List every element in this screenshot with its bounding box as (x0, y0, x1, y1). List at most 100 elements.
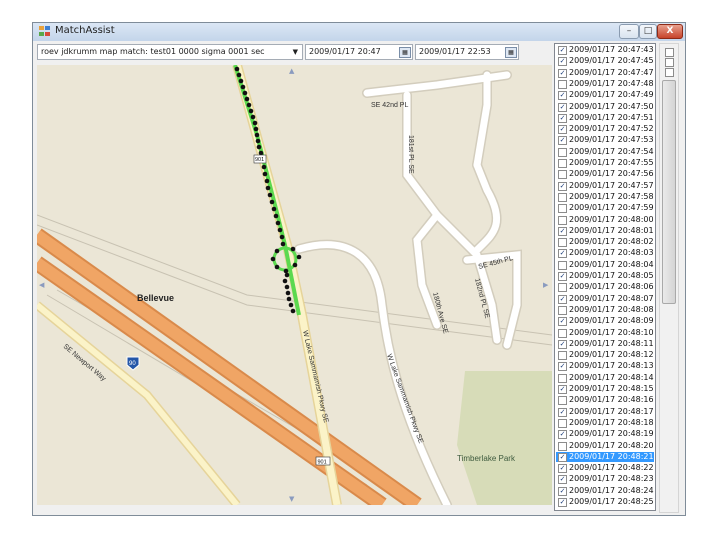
timestamp-item[interactable]: ✓ 2009/01/17 20:47:51 (556, 113, 654, 123)
timestamp-checkbox[interactable]: ✓ (558, 181, 567, 191)
timestamp-checkbox[interactable] (558, 215, 567, 225)
timestamp-checkbox[interactable]: ✓ (558, 125, 567, 135)
vertical-scrollbar[interactable] (659, 43, 679, 513)
timestamp-checkbox[interactable]: ✓ (558, 91, 567, 101)
timestamp-item[interactable]: ✓ 2009/01/17 20:48:13 (556, 361, 654, 372)
timestamp-checkbox[interactable]: ✓ (558, 464, 567, 474)
timestamp-checkbox[interactable]: ✓ (558, 430, 567, 440)
timestamp-item[interactable]: 2009/01/17 20:47:55 (556, 158, 654, 168)
timestamp-item[interactable]: 2009/01/17 20:47:58 (556, 192, 654, 202)
timestamp-item[interactable]: 2009/01/17 20:48:08 (556, 305, 654, 315)
map-view[interactable]: Bellevue SE 42nd PL 181st PL SE SE 45th … (37, 65, 552, 505)
close-button[interactable]: X (657, 24, 683, 39)
maximize-button[interactable]: □ (639, 24, 657, 39)
extra-checkbox[interactable] (665, 48, 674, 57)
timestamp-checkbox[interactable]: ✓ (558, 294, 567, 304)
timestamp-item[interactable]: 2009/01/17 20:48:02 (556, 237, 654, 248)
timestamp-checkbox[interactable]: ✓ (558, 486, 567, 496)
timestamp-checkbox[interactable] (558, 170, 567, 180)
timestamp-item[interactable]: ✓ 2009/01/17 20:47:49 (556, 90, 654, 101)
timestamp-checkbox[interactable]: ✓ (558, 57, 567, 67)
timestamp-checkbox[interactable] (558, 204, 567, 214)
pan-down-icon[interactable]: ▼ (289, 495, 294, 503)
timestamp-checkbox[interactable] (558, 238, 567, 248)
timestamp-item[interactable]: 2009/01/17 20:48:14 (556, 373, 654, 383)
timestamp-checkbox[interactable]: ✓ (558, 113, 567, 123)
timestamp-checkbox[interactable]: ✓ (558, 68, 567, 78)
timestamp-checkbox[interactable]: ✓ (558, 498, 567, 507)
timestamp-item[interactable]: 2009/01/17 20:48:10 (556, 328, 654, 338)
timestamp-checkbox[interactable]: ✓ (558, 452, 567, 462)
timestamp-item[interactable]: ✓ 2009/01/17 20:47:53 (556, 135, 654, 146)
timestamp-item[interactable]: ✓ 2009/01/17 20:47:50 (556, 102, 654, 112)
timestamp-checkbox[interactable]: ✓ (558, 226, 567, 236)
scrollbar-thumb[interactable] (662, 80, 676, 304)
timestamp-checkbox[interactable]: ✓ (558, 339, 567, 349)
timestamp-item[interactable]: ✓ 2009/01/17 20:48:03 (556, 248, 654, 259)
timestamp-item[interactable]: 2009/01/17 20:47:48 (556, 79, 654, 89)
timestamp-item[interactable]: ✓ 2009/01/17 20:48:19 (556, 429, 654, 440)
timestamp-checkbox[interactable] (558, 351, 567, 361)
timestamp-item[interactable]: ✓ 2009/01/17 20:47:57 (556, 181, 654, 191)
timestamp-item[interactable]: ✓ 2009/01/17 20:48:24 (556, 486, 654, 496)
pan-left-icon[interactable]: ◀ (39, 281, 44, 289)
timestamp-item[interactable]: ✓ 2009/01/17 20:47:45 (556, 56, 654, 67)
timestamp-item[interactable]: 2009/01/17 20:48:04 (556, 260, 654, 270)
pan-right-icon[interactable]: ▶ (543, 281, 548, 289)
timestamp-checkbox[interactable] (558, 305, 567, 315)
timestamp-item[interactable]: ✓ 2009/01/17 20:47:52 (556, 124, 654, 135)
timestamp-checkbox[interactable]: ✓ (558, 317, 567, 327)
timestamp-item[interactable]: 2009/01/17 20:48:00 (556, 215, 654, 225)
timestamp-checkbox[interactable] (558, 159, 567, 168)
timestamp-checkbox[interactable]: ✓ (558, 102, 567, 112)
calendar-icon[interactable]: ▦ (505, 47, 517, 58)
timestamp-item[interactable]: ✓ 2009/01/17 20:48:07 (556, 294, 654, 304)
timestamp-checkbox[interactable] (558, 441, 567, 451)
minimize-button[interactable]: – (619, 24, 639, 39)
timestamp-item[interactable]: ✓ 2009/01/17 20:48:09 (556, 316, 654, 327)
start-time-picker[interactable]: 2009/01/17 20:47 ▦ (305, 44, 413, 60)
timestamp-checklist[interactable]: ✓ 2009/01/17 20:47:43 ✓ 2009/01/17 20:47:45… (554, 43, 656, 511)
timestamp-checkbox[interactable] (558, 147, 567, 157)
title-bar[interactable]: MatchAssist – □ X (33, 23, 685, 41)
extra-checkbox[interactable] (665, 68, 674, 77)
timestamp-item[interactable]: ✓ 2009/01/17 20:48:25 (556, 497, 654, 507)
timestamp-item[interactable]: ✓ 2009/01/17 20:47:47 (556, 68, 654, 78)
timestamp-item[interactable]: ✓ 2009/01/17 20:48:01 (556, 226, 654, 236)
timestamp-item[interactable]: 2009/01/17 20:47:59 (556, 203, 654, 214)
timestamp-checkbox[interactable] (558, 373, 567, 383)
timestamp-item[interactable]: ✓ 2009/01/17 20:48:21 (556, 451, 654, 462)
timestamp-checkbox[interactable] (558, 328, 567, 338)
timestamp-checkbox[interactable]: ✓ (558, 46, 567, 55)
timestamp-item[interactable]: 2009/01/17 20:47:54 (556, 147, 654, 157)
pan-up-icon[interactable]: ▲ (289, 67, 294, 75)
timestamp-checkbox[interactable] (558, 396, 567, 406)
timestamp-checkbox[interactable]: ✓ (558, 385, 567, 394)
timestamp-checkbox[interactable] (558, 418, 567, 428)
timestamp-checkbox[interactable] (558, 283, 567, 293)
timestamp-checkbox[interactable] (558, 260, 567, 270)
timestamp-item[interactable]: ✓ 2009/01/17 20:48:11 (556, 339, 654, 349)
timestamp-item[interactable]: ✓ 2009/01/17 20:48:15 (556, 384, 654, 394)
timestamp-item[interactable]: ✓ 2009/01/17 20:47:43 (556, 45, 654, 55)
extra-checkbox[interactable] (665, 58, 674, 67)
dropdown-arrow-icon[interactable]: ▼ (293, 45, 298, 59)
timestamp-checkbox[interactable]: ✓ (558, 249, 567, 259)
timestamp-item[interactable]: 2009/01/17 20:48:20 (556, 441, 654, 451)
timestamp-item[interactable]: ✓ 2009/01/17 20:48:05 (556, 271, 654, 281)
timestamp-item[interactable]: 2009/01/17 20:48:06 (556, 282, 654, 293)
timestamp-checkbox[interactable] (558, 192, 567, 202)
timestamp-checkbox[interactable] (558, 79, 567, 89)
timestamp-checkbox[interactable]: ✓ (558, 362, 567, 372)
timestamp-item[interactable]: ✓ 2009/01/17 20:48:22 (556, 463, 654, 474)
timestamp-checkbox[interactable]: ✓ (558, 407, 567, 417)
timestamp-item[interactable]: 2009/01/17 20:47:56 (556, 169, 654, 180)
timestamp-item[interactable]: ✓ 2009/01/17 20:48:17 (556, 407, 654, 417)
timestamp-checkbox[interactable]: ✓ (558, 475, 567, 485)
timestamp-checkbox[interactable]: ✓ (558, 272, 567, 281)
timestamp-item[interactable]: ✓ 2009/01/17 20:48:23 (556, 474, 654, 485)
timestamp-item[interactable]: 2009/01/17 20:48:18 (556, 418, 654, 428)
query-dropdown[interactable]: roev jdkrumm map match: test01 0000 sigm… (37, 44, 303, 60)
end-time-picker[interactable]: 2009/01/17 22:53 ▦ (415, 44, 519, 60)
timestamp-item[interactable]: 2009/01/17 20:48:16 (556, 395, 654, 406)
